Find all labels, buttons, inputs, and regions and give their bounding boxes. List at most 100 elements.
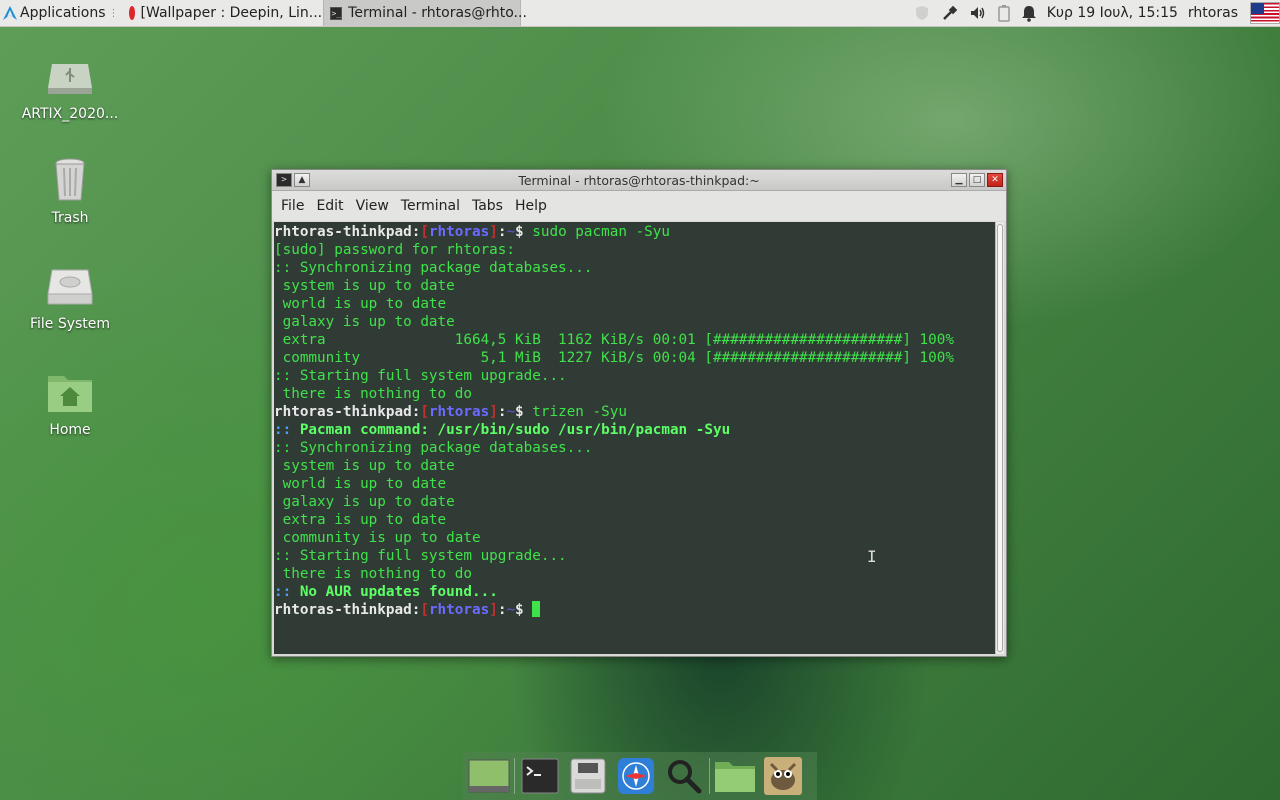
prompt-bracket: ] — [489, 602, 498, 618]
terminal-window: > ▲ Terminal - rhtoras@rhtoras-thinkpad:… — [271, 169, 1007, 657]
output-text: galaxy is up to date — [274, 494, 455, 510]
dock-folder[interactable] — [711, 754, 759, 798]
prompt-user: rhtoras — [428, 602, 490, 618]
close-button[interactable]: ✕ — [987, 173, 1003, 187]
usb-drive-icon — [46, 52, 94, 100]
opera-icon — [128, 6, 135, 20]
desktop-icon-label: File System — [29, 316, 111, 332]
file-manager-drive-icon — [570, 758, 606, 794]
hard-drive-icon — [46, 262, 94, 310]
output-text: :: Starting full system upgrade... — [274, 548, 567, 564]
prompt-dir: ~ — [506, 224, 516, 240]
menu-file[interactable]: File — [275, 198, 310, 214]
desktop-icon-file-system[interactable]: File System — [15, 262, 125, 332]
shield-icon[interactable] — [913, 4, 931, 22]
volume-icon[interactable] — [969, 4, 987, 22]
terminal-line: there is nothing to do — [274, 385, 996, 403]
output-text: there is nothing to do — [274, 566, 472, 582]
message-text: No AUR updates found... — [291, 584, 498, 600]
menu-bar: File Edit View Terminal Tabs Help — [272, 191, 1006, 221]
output-text: :: Synchronizing package databases... — [274, 440, 593, 456]
terminal-line: system is up to date — [274, 277, 996, 295]
applications-menu[interactable]: Applications ⋮ — [0, 0, 123, 26]
search-icon — [668, 760, 702, 794]
desktop-icon-label: Home — [49, 422, 91, 438]
dock-search[interactable] — [660, 754, 708, 798]
terminal-line: :: Starting full system upgrade... — [274, 367, 996, 385]
output-text: there is nothing to do — [274, 386, 472, 402]
output-text: system is up to date — [274, 278, 455, 294]
dock-terminal[interactable] — [516, 754, 564, 798]
terminal-line: extra 1664,5 KiB 1162 KiB/s 00:01 [#####… — [274, 331, 996, 349]
terminal-line: rhtoras-thinkpad:[rhtoras]:~$ trizen -Sy… — [274, 403, 996, 421]
dock-file-manager[interactable] — [564, 754, 612, 798]
terminal-scrollbar[interactable] — [995, 222, 1004, 654]
shade-up-arrow-icon[interactable]: ▲ — [294, 173, 310, 187]
terminal-icon: >_ — [329, 6, 343, 20]
menu-edit[interactable]: Edit — [310, 198, 349, 214]
message-text: Pacman command: /usr/bin/sudo /usr/bin/p… — [291, 422, 731, 438]
applications-label: Applications — [20, 5, 106, 21]
command-text: trizen -Syu — [532, 404, 627, 420]
terminal-line: rhtoras-thinkpad:[rhtoras]:~$ — [274, 601, 996, 619]
terminal-line: extra is up to date — [274, 511, 996, 529]
user-menu[interactable]: rhtoras — [1188, 5, 1238, 21]
maximize-button[interactable]: □ — [969, 173, 985, 187]
web-browser-icon — [618, 758, 654, 794]
prompt-dollar: $ — [515, 602, 533, 618]
menu-help[interactable]: Help — [509, 198, 553, 214]
panel-separator: ⋮ — [108, 7, 119, 19]
menu-terminal[interactable]: Terminal — [395, 198, 466, 214]
window-menu-button[interactable]: > — [276, 173, 292, 187]
network-cable-icon[interactable] — [941, 4, 959, 22]
taskbar-item-terminal[interactable]: >_ Terminal - rhtoras@rhto... — [322, 0, 527, 26]
prompt-user: rhtoras — [428, 224, 490, 240]
terminal-line: community is up to date — [274, 529, 996, 547]
artix-logo-icon — [3, 6, 17, 20]
battery-icon[interactable] — [997, 4, 1011, 22]
show-desktop-icon — [468, 759, 510, 793]
terminal-line: community 5,1 MiB 1227 KiB/s 00:04 [####… — [274, 349, 996, 367]
menu-tabs[interactable]: Tabs — [466, 198, 509, 214]
terminal-line: galaxy is up to date — [274, 493, 996, 511]
prompt-bracket: ] — [489, 224, 498, 240]
text-cursor-ibeam-icon: I — [867, 547, 877, 566]
dock-web-browser[interactable] — [612, 754, 660, 798]
terminal-output[interactable]: rhtoras-thinkpad:[rhtoras]:~$ sudo pacma… — [274, 222, 996, 654]
prompt-bracket: [ — [420, 224, 429, 240]
clock[interactable]: Κυρ 19 Ιουλ, 15:15 — [1047, 5, 1178, 21]
notifications-bell-icon[interactable] — [1021, 4, 1037, 22]
window-titlebar[interactable]: > ▲ Terminal - rhtoras@rhtoras-thinkpad:… — [272, 170, 1006, 191]
output-text: galaxy is up to date — [274, 314, 455, 330]
output-text: :: Synchronizing package databases... — [274, 260, 593, 276]
desktop-icon-artix-drive[interactable]: ARTIX_2020... — [15, 52, 125, 122]
window-title: Terminal - rhtoras@rhtoras-thinkpad:~ — [518, 172, 760, 188]
output-text: [sudo] password for rhtoras: — [274, 242, 516, 258]
menu-view[interactable]: View — [350, 198, 395, 214]
output-text: :: Starting full system upgrade... — [274, 368, 567, 384]
taskbar-item-wallpaper[interactable]: [Wallpaper : Deepin, Lin... — [123, 0, 323, 26]
scrollbar-thumb[interactable] — [997, 224, 1003, 652]
dock-show-desktop[interactable] — [465, 754, 513, 798]
terminal-icon — [521, 758, 559, 794]
top-panel: Applications ⋮ [Wallpaper : Deepin, Lin.… — [0, 0, 1280, 27]
prompt-dir: ~ — [506, 602, 516, 618]
minimize-button[interactable]: ▁ — [951, 173, 967, 187]
desktop-icon-home[interactable]: Home — [15, 368, 125, 438]
terminal-line: [sudo] password for rhtoras: — [274, 241, 996, 259]
dock-gimp[interactable] — [759, 754, 807, 798]
desktop-icon-trash[interactable]: Trash — [15, 156, 125, 226]
keyboard-layout-flag-icon[interactable] — [1250, 2, 1280, 24]
dock — [463, 752, 817, 800]
system-tray: Κυρ 19 Ιουλ, 15:15 rhtoras — [913, 0, 1280, 26]
prompt-host: rhtoras-thinkpad — [274, 602, 412, 618]
taskbar-item-label: [Wallpaper : Deepin, Lin... — [140, 5, 323, 21]
output-text: extra is up to date — [274, 512, 447, 528]
prompt-host: rhtoras-thinkpad — [274, 404, 412, 420]
prompt-dollar: $ — [515, 404, 533, 420]
prompt-bracket: ] — [489, 404, 498, 420]
terminal-line: :: Synchronizing package databases... — [274, 259, 996, 277]
gimp-icon — [764, 757, 802, 795]
output-text: world is up to date — [274, 476, 447, 492]
terminal-line: world is up to date — [274, 475, 996, 493]
